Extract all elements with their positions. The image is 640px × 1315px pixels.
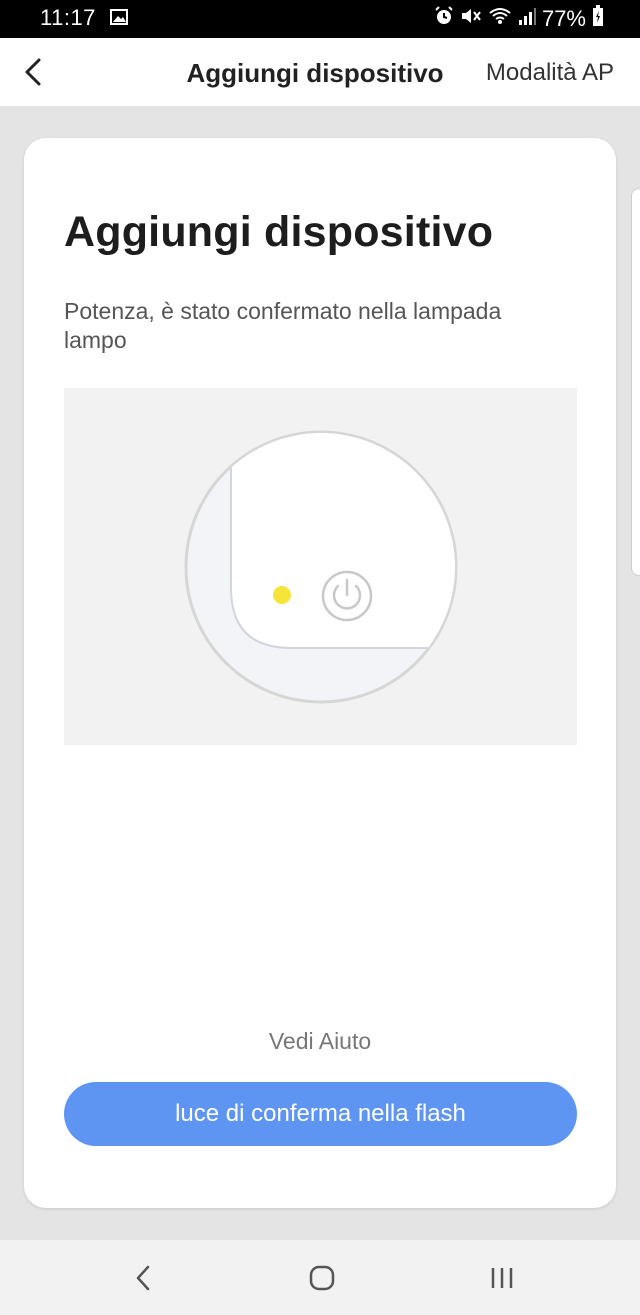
confirm-flash-button[interactable]: luce di conferma nella flash [64,1082,577,1146]
wifi-icon [488,6,512,31]
help-link[interactable]: Vedi Aiuto [24,1028,616,1055]
app-bar: Aggiungi dispositivo Modalità AP [0,38,640,106]
indicator-led [273,586,291,604]
nav-back-button[interactable] [126,1262,162,1294]
side-panel-handle[interactable] [631,188,640,576]
alarm-icon [434,6,454,31]
card-title: Aggiungi dispositivo [64,208,494,256]
status-time: 11:17 [40,5,96,30]
battery-charging-icon [592,5,604,32]
status-bar: 11:17 77% [0,0,640,38]
nav-home-button[interactable] [304,1262,340,1294]
card-description: Potenza, è stato confermato nella lampad… [64,298,502,353]
status-icons: 77% [434,5,604,32]
ap-mode-button[interactable]: Modalità AP [486,59,614,87]
system-nav-bar [0,1240,640,1315]
device-illustration [64,388,577,745]
mute-icon [460,6,482,31]
instruction-card: Aggiungi dispositivo Potenza, è stato co… [24,138,616,1208]
signal-icon [518,6,536,31]
image-icon [110,9,128,25]
back-icon [136,1265,150,1291]
recents-icon [491,1268,513,1288]
home-icon [309,1265,335,1291]
battery-percent: 77% [541,5,586,31]
nav-recents-button[interactable] [484,1262,520,1294]
